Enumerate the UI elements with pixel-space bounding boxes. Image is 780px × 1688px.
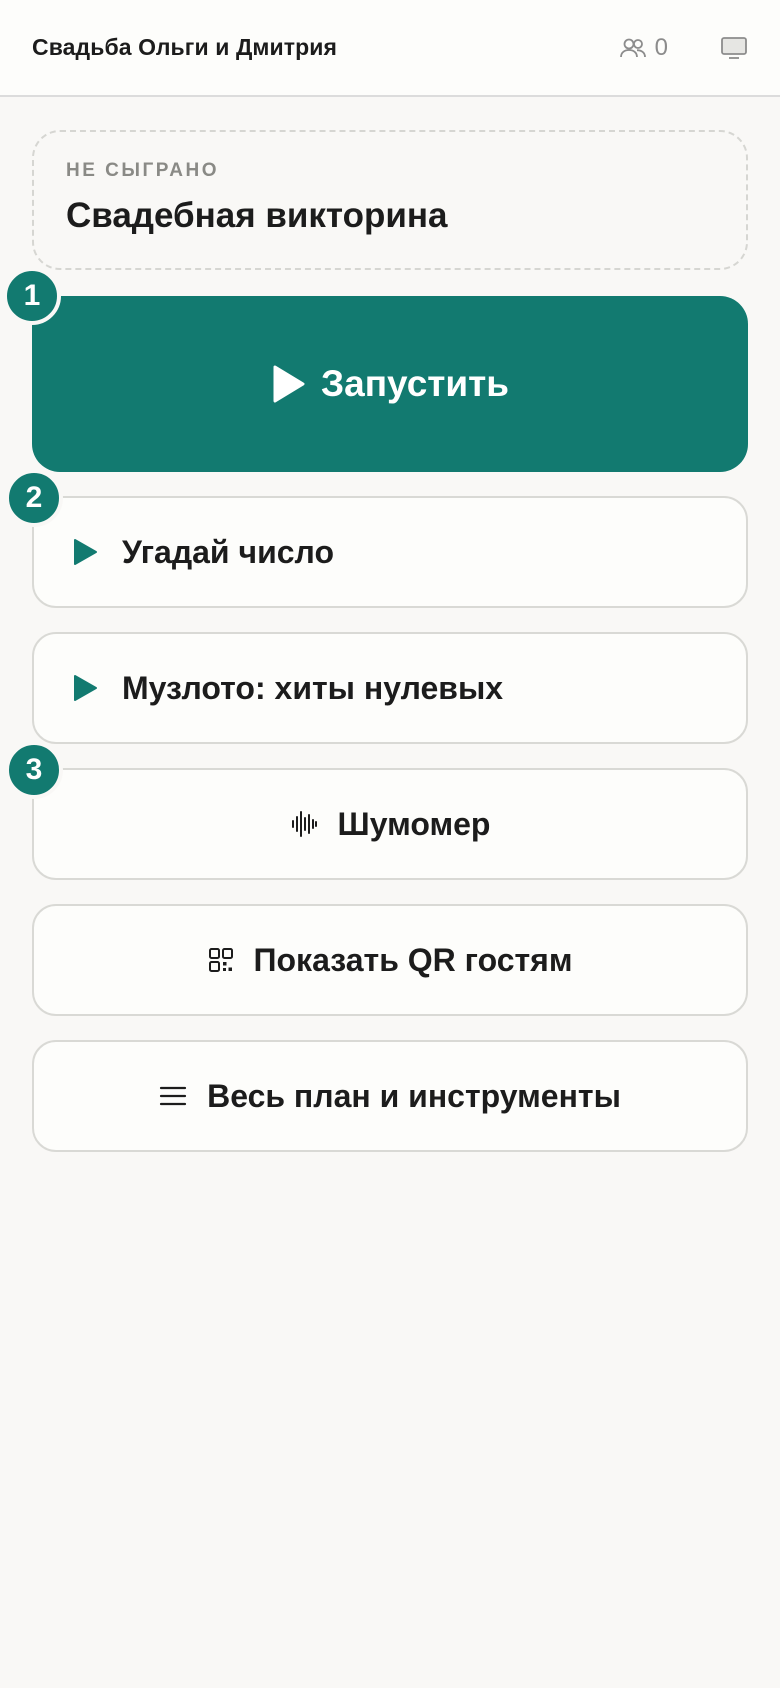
step-badge-2: 2: [5, 469, 63, 527]
step-badge-1: 1: [3, 267, 61, 325]
guest-counter[interactable]: 0: [619, 34, 668, 62]
action-label: Музлото: хиты нулевых: [122, 669, 504, 706]
current-game-card: НЕ СЫГРАНО Свадебная викторина: [32, 130, 748, 270]
action-label: Шумомер: [337, 805, 491, 842]
top-bar: Свадьба Ольги и Дмитрия 0: [0, 0, 780, 97]
monitor-icon: [720, 36, 748, 60]
full-plan-button[interactable]: Весь план и инструменты: [32, 1040, 748, 1152]
main-content: НЕ СЫГРАНО Свадебная викторина 1 Запусти…: [3, 130, 748, 1152]
guest-count: 0: [654, 33, 668, 61]
launch-button[interactable]: 1 Запустить: [3, 267, 748, 472]
launch-label: Запустить: [320, 363, 510, 404]
noise-meter-button[interactable]: 3 Шумомер: [5, 741, 748, 880]
game-guess-number-button[interactable]: 2 Угадай число: [5, 469, 748, 608]
game-title: Свадебная викторина: [66, 196, 448, 235]
screen-button[interactable]: [720, 36, 748, 60]
action-label: Показать QR гостям: [253, 941, 573, 978]
play-icon: [72, 674, 98, 702]
action-label: Угадай число: [122, 533, 334, 570]
play-icon: [72, 538, 98, 566]
menu-icon: [159, 1085, 187, 1107]
qr-code-icon: [208, 947, 234, 973]
action-label: Весь план и инструменты: [207, 1077, 621, 1114]
show-qr-button[interactable]: Показать QR гостям: [32, 904, 748, 1016]
users-icon: [619, 37, 647, 59]
event-title: Свадьба Ольги и Дмитрия: [32, 34, 338, 60]
play-icon: [271, 365, 305, 403]
status-label: НЕ СЫГРАНО: [66, 160, 219, 181]
step-badge-3: 3: [5, 741, 63, 799]
sound-wave-icon: [290, 810, 318, 838]
game-music-lotto-button[interactable]: Музлото: хиты нулевых: [32, 632, 748, 744]
